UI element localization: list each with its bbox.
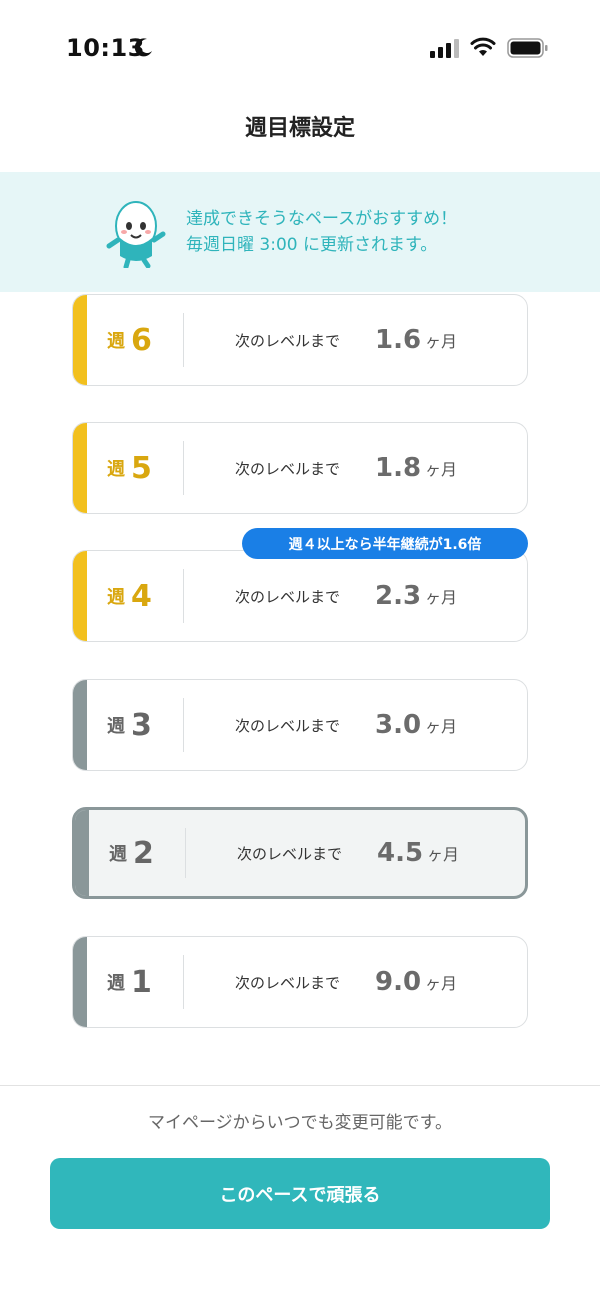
week-label: 週 2 xyxy=(109,810,189,896)
card-stripe xyxy=(73,937,87,1027)
week-prefix: 週 xyxy=(109,844,127,865)
months-value: 1.8 xyxy=(375,453,422,483)
week-number: 3 xyxy=(131,707,152,743)
footer-note: マイページからいつでも変更可能です。 xyxy=(148,1113,452,1133)
months-unit: ヶ月 xyxy=(425,588,458,607)
pace-option-week-5[interactable]: 週 5 次のレベルまで 1.8 ヶ月 xyxy=(72,422,528,514)
months-unit: ヶ月 xyxy=(425,974,458,993)
week-label: 週 6 xyxy=(107,295,187,385)
week-number: 6 xyxy=(131,322,152,358)
commit-pace-button[interactable]: このペースで頑張る xyxy=(50,1158,550,1229)
status-bar: 10:13 xyxy=(0,0,600,96)
promo-badge: 週４以上なら半年継続が1.6倍 xyxy=(242,528,528,559)
week-label: 週 3 xyxy=(107,680,187,770)
card-divider xyxy=(183,441,184,495)
until-next-level-label: 次のレベルまで xyxy=(235,587,341,606)
months-unit: ヶ月 xyxy=(425,717,458,736)
moon-icon xyxy=(134,38,152,57)
week-number: 4 xyxy=(131,578,152,614)
week-number: 1 xyxy=(131,964,152,1000)
banner-line-1: 達成できそうなペースがおすすめ！ xyxy=(186,209,458,229)
pace-option-week-2[interactable]: 週 2 次のレベルまで 4.5 ヶ月 xyxy=(72,807,528,899)
card-stripe xyxy=(73,551,87,641)
pace-option-week-6[interactable]: 週 6 次のレベルまで 1.6 ヶ月 xyxy=(72,294,528,386)
week-label: 週 1 xyxy=(107,937,187,1027)
week-prefix: 週 xyxy=(107,459,125,480)
battery-icon xyxy=(507,38,548,58)
week-label: 週 4 xyxy=(107,551,187,641)
months-unit: ヶ月 xyxy=(425,460,458,479)
card-divider xyxy=(183,698,184,752)
months-value: 3.0 xyxy=(375,710,422,740)
card-stripe xyxy=(73,680,87,770)
pace-option-week-3[interactable]: 週 3 次のレベルまで 3.0 ヶ月 xyxy=(72,679,528,771)
card-divider xyxy=(183,313,184,367)
pace-option-week-1[interactable]: 週 1 次のレベルまで 9.0 ヶ月 xyxy=(72,936,528,1028)
until-next-level-label: 次のレベルまで xyxy=(235,459,341,478)
card-divider xyxy=(183,569,184,623)
until-next-level-label: 次のレベルまで xyxy=(235,331,341,350)
card-stripe xyxy=(73,295,87,385)
banner-text: 達成できそうなペースがおすすめ！ 毎週日曜 3:00 に更新されます。 xyxy=(186,206,457,258)
week-prefix: 週 xyxy=(107,331,125,352)
months-value: 2.3 xyxy=(375,581,422,611)
months-value: 9.0 xyxy=(375,967,422,997)
months-unit: ヶ月 xyxy=(427,845,460,864)
pace-option-week-4[interactable]: 週 4 次のレベルまで 2.3 ヶ月 xyxy=(72,550,528,642)
card-divider xyxy=(183,955,184,1009)
months-value: 1.6 xyxy=(375,325,422,355)
until-next-level-label: 次のレベルまで xyxy=(237,844,343,863)
months-value: 4.5 xyxy=(377,838,424,868)
mascot-icon xyxy=(106,201,166,268)
page-title: 週目標設定 xyxy=(244,116,355,141)
footer-divider xyxy=(0,1085,600,1086)
until-next-level-label: 次のレベルまで xyxy=(235,973,341,992)
week-prefix: 週 xyxy=(107,973,125,994)
banner-line-2: 毎週日曜 3:00 に更新されます。 xyxy=(186,235,438,255)
week-prefix: 週 xyxy=(107,716,125,737)
week-label: 週 5 xyxy=(107,423,187,513)
wifi-icon xyxy=(470,37,496,56)
week-number: 5 xyxy=(131,450,152,486)
card-divider xyxy=(185,828,186,878)
week-number: 2 xyxy=(133,835,154,871)
card-stripe xyxy=(73,423,87,513)
cellular-signal-icon xyxy=(430,39,459,58)
card-stripe xyxy=(75,810,89,896)
months-unit: ヶ月 xyxy=(425,332,458,351)
week-prefix: 週 xyxy=(107,587,125,608)
until-next-level-label: 次のレベルまで xyxy=(235,716,341,735)
